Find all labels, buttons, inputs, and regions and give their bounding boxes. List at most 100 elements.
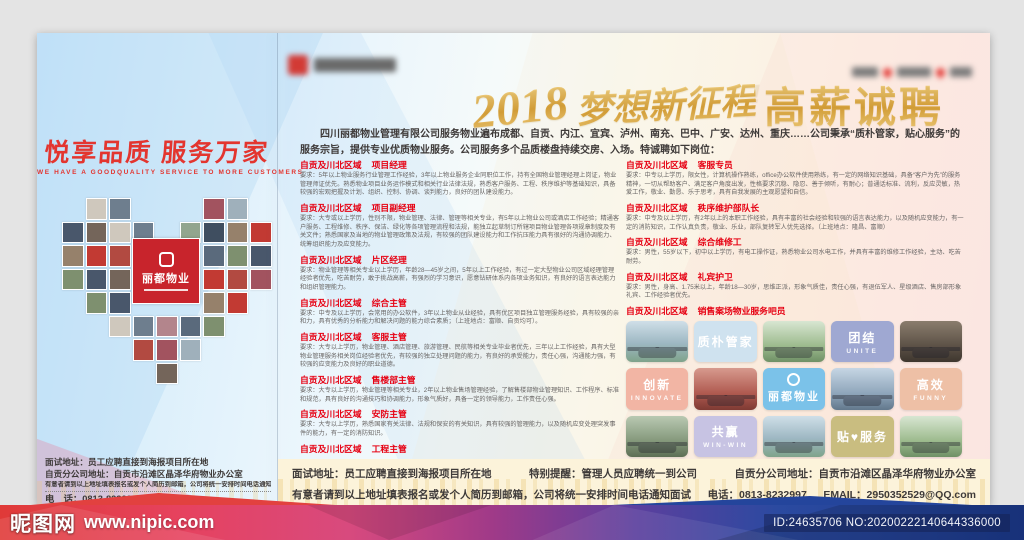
job-title: 综合主管	[371, 297, 407, 308]
job-header: 自贡及川北区域 秩序维护部队长	[626, 201, 966, 214]
collage-photo	[226, 221, 248, 243]
collage-photo	[62, 221, 84, 243]
collage-photo	[226, 198, 248, 220]
tile-label-en: WIN-WIN	[703, 442, 749, 450]
job-header: 自贡及川北区域 项目经理	[300, 158, 620, 171]
job-title: 工程主管	[371, 443, 407, 454]
logo-text-blur	[314, 58, 396, 72]
job-requirements: 要求：男性，55岁以下，初中以上学历，有电工操作证，熟悉物业公司水电工作，并具有…	[626, 249, 961, 266]
job-entry: 自贡及川北区域 客服主管 要求：大专以上学历，物业管理、酒店管理、旅游管理、民航等相…	[300, 330, 620, 370]
job-region: 自贡及川北区域	[300, 332, 362, 343]
poster-headline: 2018 梦想新征程 高薪诚聘	[428, 59, 988, 139]
job-header: 自贡及川北区域 片区经理	[300, 253, 620, 266]
recruitment-poster: 悦享品质 服务万家 WE HAVE A GOODQUALITY SERVICE …	[37, 33, 990, 505]
collage-photo	[132, 339, 154, 361]
culture-photo	[899, 415, 962, 457]
tile-label: 共赢	[711, 425, 740, 440]
collage-photo	[203, 315, 225, 337]
stock-preview-stage: 悦享品质 服务万家 WE HAVE A GOODQUALITY SERVICE …	[0, 0, 1024, 540]
collage-photo	[203, 198, 225, 220]
job-requirements: 要求：大专以上学历，物业管理等相关专业，2年以上物业售场管理经验，了解售楼部物业…	[300, 387, 620, 403]
culture-photo	[899, 321, 962, 363]
job-entry: 自贡及川北区域 客服专员 要求：中专以上学历，限女性，计算机操作熟练，office办…	[626, 158, 966, 198]
collage-photo	[203, 292, 225, 314]
footer-item: 特别提醒：管理人员应聘统一到公司	[529, 468, 697, 480]
job-entry: 自贡及川北区域 项目经理 要求：5年以上物业服务行业管理工作经验，3年以上物业服务企…	[300, 158, 620, 198]
headline-main: 高薪诚聘	[764, 74, 944, 135]
footer-item: 面试地址：员工应聘直接到海报项目所在地	[292, 468, 492, 480]
tile-label-en: INNOVATE	[630, 394, 684, 402]
job-title: 秩序维护部队长	[697, 203, 760, 214]
cover-page: 悦享品质 服务万家 WE HAVE A GOODQUALITY SERVICE …	[37, 33, 302, 505]
job-region: 自贡及川北区域	[300, 297, 362, 308]
culture-photo	[626, 415, 689, 457]
value-label-tile: 团结 UNITE	[831, 321, 894, 363]
job-region: 自贡及川北区域	[300, 375, 362, 386]
collage-photo	[109, 268, 131, 290]
tile-label-en: UNITE	[846, 347, 879, 355]
job-title: 项目副经理	[371, 203, 416, 214]
job-list-left: 自贡及川北区域 项目经理 要求：5年以上物业服务行业管理工作经验，3年以上物业服务企…	[300, 155, 620, 455]
tile-label: 质朴管家	[697, 335, 754, 350]
tile-label-en: FUNNY	[913, 394, 949, 402]
company-logo-blurred	[288, 55, 396, 75]
job-region: 自贡及川北区域	[300, 443, 362, 454]
value-label-tile: 创新 INNOVATE	[626, 368, 689, 410]
logo-mark-icon	[288, 55, 308, 75]
collage-photo	[226, 245, 248, 267]
cover-interview-address: 面试地址：员工应聘直接到海报项目所在地	[45, 457, 209, 467]
job-requirements: 要求：大专以上学历，熟悉国家有关法律、法规和保安的有关知识，具有较强的管理能力，…	[300, 421, 616, 438]
job-title: 安防主管	[371, 409, 407, 420]
job-requirements: 要求：大专以上学历，物业管理、酒店管理、旅游管理、民航等相关专业毕业者优先，三年…	[300, 344, 616, 369]
footer-row-2: 有意者请到以上地址填表报名或发个人简历到邮箱，公司将统一安排时间电话通知面试 电话…	[278, 487, 990, 502]
collage-photo	[179, 339, 201, 361]
job-entry: 自贡及川北区域 片区经理 要求：物业管理等相关专业以上学历，年龄28—45岁之间，5…	[300, 253, 620, 293]
tile-label: 创新	[643, 377, 672, 392]
job-header: 自贡及川北区域 售楼部主管	[300, 373, 620, 386]
footer-row-1: 面试地址：员工应聘直接到海报项目所在地 特别提醒：管理人员应聘统一到公司 自贡分公司…	[278, 466, 990, 481]
job-region: 自贡及川北区域	[626, 237, 688, 248]
job-header: 自贡及川北区域 综合维修工	[626, 235, 966, 248]
job-entry: 自贡及川北区域 项目副经理 要求：大专或以上学历，性别不限，物业管理、法律、管理等相…	[300, 201, 620, 250]
job-region: 自贡及川北区域	[626, 160, 688, 170]
collage-photo	[109, 245, 131, 267]
inside-footer-bar: 面试地址：员工应聘直接到海报项目所在地 特别提醒：管理人员应聘统一到公司 自贡分公司…	[278, 459, 990, 505]
job-title: 礼宾护卫	[697, 271, 733, 282]
job-requirements: 要求：大专或以上学历，性别不限，物业管理、法律、管理等相关专业，有5年以上物业公…	[300, 215, 620, 249]
job-region: 自贡及川北区域	[626, 306, 688, 317]
value-label-tile: 共赢 WIN-WIN	[694, 415, 757, 457]
heart-center-logo-tile: 丽都物业	[132, 238, 200, 304]
job-region: 自贡及川北区域	[300, 203, 362, 214]
job-region: 自贡及川北区域	[626, 203, 688, 214]
tile-label: 团结	[848, 330, 877, 345]
culture-photo	[762, 321, 826, 363]
collage-photo	[156, 339, 178, 361]
job-entry: 自贡及川北区域工程主管要求：中专以上学历，工程技术类中级职称，物业管理或酒店等服…	[300, 442, 620, 455]
cover-apply-note: 有意者请到以上地址填表报名或发个人简历到邮箱，公司将统一安排时间电话通知面试	[45, 481, 271, 492]
job-entry: 自贡及川北区域 礼宾护卫 要求：男性，身高、1.75米以上，年龄18—30岁，思维正…	[626, 270, 966, 301]
tile-label: 高效	[916, 377, 945, 392]
job-header: 自贡及川北区域 综合主管	[300, 296, 620, 309]
value-label-tile: 高效 FUNNY	[899, 368, 962, 410]
job-header: 自贡及川北区域 礼宾护卫	[626, 270, 966, 283]
collage-photo	[85, 292, 107, 314]
culture-photo	[626, 321, 689, 363]
tile-label: 贴♥服务	[836, 429, 888, 444]
collage-photo	[109, 198, 131, 220]
job-header: 自贡及川北区域 客服主管	[300, 330, 620, 343]
collage-photo	[85, 198, 107, 220]
collage-photo	[203, 245, 225, 267]
collage-photo	[226, 268, 248, 290]
job-header: 自贡及川北区域 销售案场物业服务吧员	[626, 304, 966, 317]
collage-photo	[109, 221, 131, 243]
job-entry: 自贡及川北区域 售楼部主管 要求：大专以上学历，物业管理等相关专业，2年以上物业售场…	[300, 373, 620, 404]
value-label-tile: 质朴管家	[694, 321, 757, 363]
collage-photo	[250, 268, 272, 290]
job-header: 自贡及川北区域 工程主管	[300, 442, 620, 455]
job-title: 客服主管	[371, 332, 407, 343]
culture-photo	[694, 368, 757, 410]
job-title: 销售案场物业服务吧员	[697, 306, 786, 317]
job-requirements: 要求：中专及以上学历，会常用的办公软件，3年以上物业从业经验，具有优区项目独立管…	[300, 309, 620, 326]
nipic-logo: 昵图网 www.nipic.com	[10, 508, 214, 538]
watermark-band: 昵图网 www.nipic.com ID:24635706 NO:2020022…	[0, 505, 1024, 540]
